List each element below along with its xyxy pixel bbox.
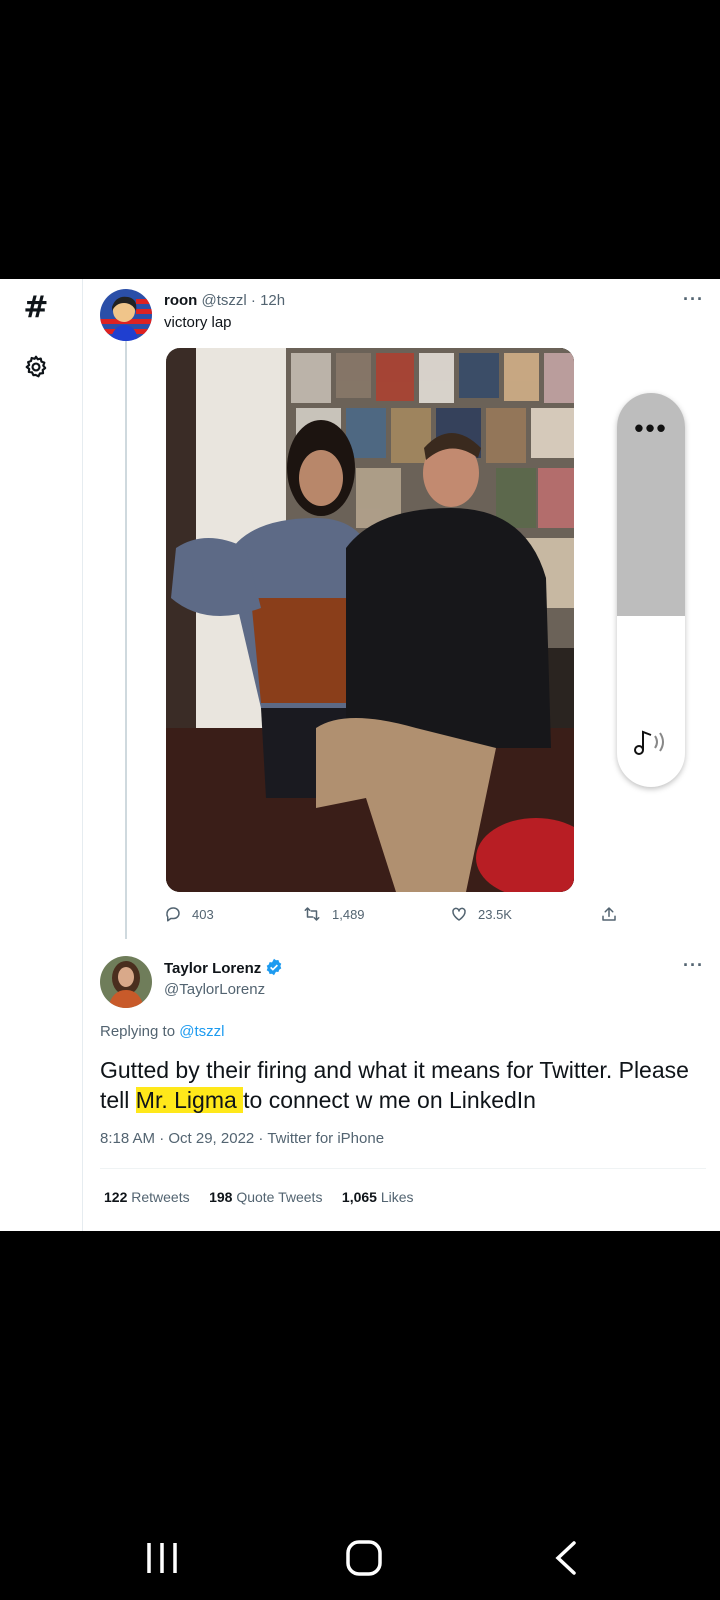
home-icon[interactable] — [334, 1528, 394, 1588]
tweet-text-highlight: Mr. Ligma — [135, 1087, 244, 1113]
thread-connector — [125, 339, 127, 939]
retweet-button[interactable]: 1,489 — [302, 905, 365, 923]
author-name[interactable]: roon — [164, 292, 197, 309]
separator: · — [250, 292, 256, 309]
tweet-timestamp[interactable]: 8:18 AM · Oct 29, 2022 · Twitter for iPh… — [100, 1130, 384, 1147]
retweet-icon — [304, 907, 320, 921]
volume-panel[interactable]: ••• — [617, 393, 685, 787]
author-handle[interactable]: @tszzl — [202, 292, 247, 309]
author-name[interactable]: Taylor Lorenz — [164, 960, 261, 977]
tweet-text: Gutted by their firing and what it means… — [100, 1055, 700, 1115]
tweet1-actions: 403 1,489 23.5K — [164, 905, 624, 927]
share-button[interactable] — [600, 905, 618, 923]
divider — [100, 1168, 706, 1169]
reply-button[interactable]: 403 — [164, 905, 214, 923]
back-icon[interactable] — [536, 1528, 596, 1588]
tweet1-header: roon @tszzl · 12h — [164, 292, 285, 309]
replying-to: Replying to @tszzl — [100, 1023, 224, 1040]
recents-icon[interactable] — [132, 1528, 192, 1588]
like-button[interactable]: 23.5K — [450, 905, 512, 923]
replying-prefix: Replying to — [100, 1023, 176, 1040]
system-nav-bar — [0, 1500, 720, 1600]
tweet-stats: 122 Retweets 198 Quote Tweets 1,065 Like… — [104, 1189, 414, 1205]
avatar-taylor-lorenz[interactable] — [100, 956, 152, 1008]
tweet-text: victory lap — [164, 314, 232, 331]
replying-handle-link[interactable]: @tszzl — [179, 1023, 224, 1040]
more-options-icon[interactable]: ··· — [683, 955, 704, 976]
likes-stat[interactable]: 1,065 Likes — [342, 1189, 414, 1205]
more-options-icon[interactable]: ··· — [683, 289, 704, 310]
gear-icon[interactable] — [20, 351, 52, 383]
left-rail: # — [0, 279, 83, 1231]
retweets-stat[interactable]: 122 Retweets — [104, 1189, 190, 1205]
avatar-roon[interactable] — [100, 289, 152, 341]
tweet-text-part2: to connect w me on LinkedIn — [243, 1087, 536, 1113]
reply-count: 403 — [192, 906, 214, 922]
retweet-count: 1,489 — [332, 906, 365, 922]
quote-tweets-stat[interactable]: 198 Quote Tweets — [209, 1189, 322, 1205]
verified-badge-icon — [267, 958, 282, 976]
heart-icon — [452, 907, 466, 921]
share-icon — [602, 907, 616, 921]
tweet-photo[interactable] — [166, 348, 574, 892]
author-handle[interactable]: @TaylorLorenz — [164, 981, 265, 998]
volume-more-icon[interactable]: ••• — [617, 413, 685, 444]
music-note-volume-icon[interactable] — [617, 726, 685, 763]
tweet-thread-card: # roon @tszzl · 12h ··· victory lap 403 … — [0, 279, 720, 1231]
hashtag-icon[interactable]: # — [20, 290, 52, 325]
reply-icon — [166, 907, 180, 922]
like-count: 23.5K — [478, 906, 512, 922]
tweet2-header: Taylor Lorenz — [164, 958, 283, 977]
tweet-time[interactable]: 12h — [260, 292, 285, 309]
